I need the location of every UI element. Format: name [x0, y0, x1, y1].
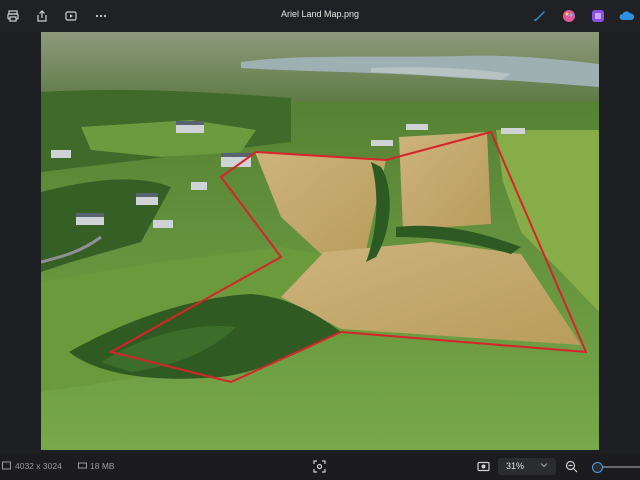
chevron-down-icon	[540, 461, 548, 471]
zoom-slider[interactable]	[592, 462, 640, 473]
image-dimensions: 4032 x 3024	[15, 461, 62, 471]
storage-icon	[78, 461, 87, 472]
image-icon	[2, 461, 11, 472]
image-canvas[interactable]	[0, 32, 640, 452]
title-bar: Ariel Land Map.png	[0, 0, 640, 32]
zoom-out-icon[interactable]	[565, 460, 578, 475]
zoom-slider-thumb[interactable]	[592, 462, 603, 473]
aerial-land-photo	[41, 32, 599, 450]
status-bar: 4032 x 3024 18 MB 31%	[0, 453, 640, 480]
actual-size-icon[interactable]	[477, 460, 490, 475]
zoom-level: 31%	[506, 461, 525, 471]
designer-icon[interactable]	[590, 8, 606, 24]
clipchamp-icon[interactable]	[532, 8, 548, 24]
file-size: 18 MB	[90, 461, 115, 471]
fit-to-window-icon[interactable]	[313, 460, 326, 475]
paint-icon[interactable]	[561, 8, 577, 24]
onedrive-icon[interactable]	[619, 8, 635, 24]
zoom-dropdown[interactable]: 31%	[498, 458, 556, 475]
